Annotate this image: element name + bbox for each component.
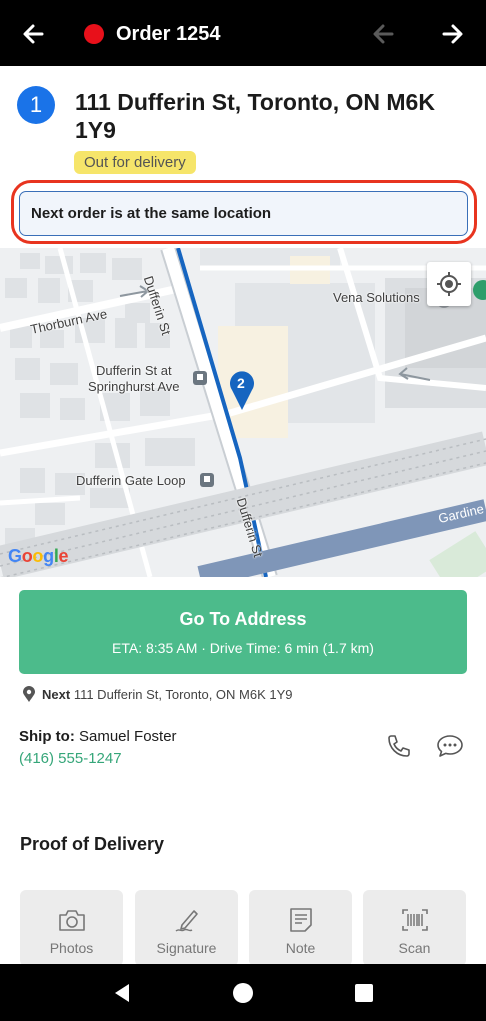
photos-label: Photos (49, 940, 94, 956)
go-to-address-button[interactable]: Go To Address ETA: 8:35 AM · Drive Time:… (19, 590, 467, 674)
back-arrow-icon[interactable] (18, 18, 50, 50)
go-to-address-label: Go To Address (179, 609, 307, 629)
ship-to: Ship to: Samuel Foster (19, 727, 177, 747)
signature-button[interactable]: Signature (135, 890, 238, 966)
route-map[interactable]: Thorburn Ave Dufferin St Dufferin St Ven… (0, 248, 486, 577)
previous-order-arrow-icon[interactable] (368, 18, 400, 50)
order-title: Order 1254 (116, 23, 221, 45)
map-label-springhurst: Dufferin St at Springhurst Ave (88, 363, 180, 394)
status-badge: Out for delivery (74, 151, 196, 174)
same-location-notice: Next order is at the same location (19, 191, 468, 236)
scan-button[interactable]: Scan (363, 890, 466, 966)
google-logo: Google (8, 546, 69, 566)
map-label-vena: Vena Solutions (333, 290, 420, 305)
eta-text: ETA: 8:35 AM · Drive Time: 6 min (1.7 km… (112, 640, 374, 656)
status-dot (84, 24, 104, 44)
stop-address: 111 Dufferin St, Toronto, ON M6K 1Y9 (75, 89, 435, 143)
ship-to-name: Samuel Foster (79, 728, 177, 745)
note-label: Note (285, 940, 316, 956)
map-marker-2[interactable]: 2 (237, 375, 245, 391)
signature-pen-icon (175, 910, 198, 932)
next-stop-line: Next 111 Dufferin St, Toronto, ON M6K 1Y… (22, 686, 293, 704)
next-prefix: Next (42, 687, 71, 702)
nav-back-icon[interactable] (110, 981, 134, 1005)
chat-icon[interactable] (436, 733, 464, 759)
location-pin-icon (23, 686, 35, 702)
nav-recents-icon[interactable] (352, 981, 376, 1005)
signature-label: Signature (156, 940, 217, 956)
ship-to-label: Ship to: (19, 728, 75, 745)
phone-icon[interactable] (386, 733, 412, 759)
next-stop-address: 111 Dufferin St, Toronto, ON M6K 1Y9 (73, 687, 293, 702)
camera-icon (59, 910, 85, 931)
my-location-button[interactable] (427, 262, 471, 306)
barcode-scan-icon (402, 909, 428, 931)
note-icon (290, 908, 312, 932)
map-label-gate-loop: Dufferin Gate Loop (76, 473, 186, 488)
system-nav-bar (0, 964, 486, 1021)
top-app-bar: Order 1254 (0, 0, 486, 66)
note-button[interactable]: Note (249, 890, 352, 966)
proof-of-delivery-title: Proof of Delivery (20, 834, 165, 854)
photos-button[interactable]: Photos (20, 890, 123, 966)
stop-number-badge: 1 (17, 86, 55, 124)
ship-to-phone[interactable]: (416) 555-1247 (19, 749, 122, 769)
crosshair-icon (437, 272, 461, 296)
scan-label: Scan (398, 940, 431, 956)
nav-home-icon[interactable] (231, 981, 255, 1005)
next-order-arrow-icon[interactable] (436, 18, 468, 50)
